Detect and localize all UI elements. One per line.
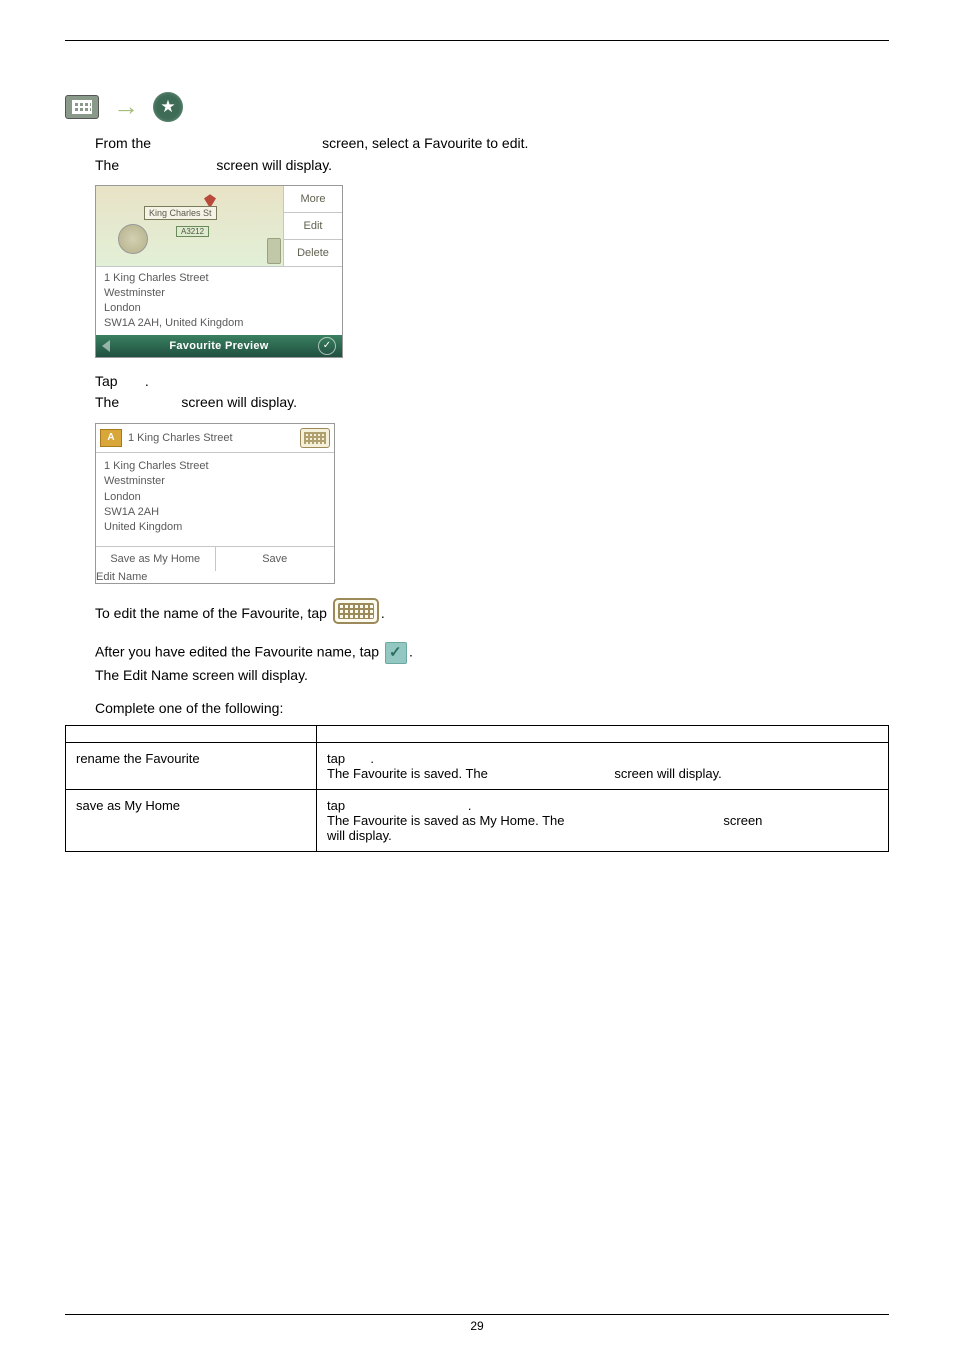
step1-line2: The screen will display. [65, 156, 889, 176]
save-button[interactable]: Save [216, 547, 335, 571]
save-as-home-button[interactable]: Save as My Home [96, 547, 216, 571]
back-icon[interactable] [102, 340, 110, 352]
edit-name-mock: A 1 King Charles Street 1 King Charles S… [95, 423, 335, 584]
address-line: SW1A 2AH, United Kingdom [104, 316, 334, 331]
keyboard-icon[interactable] [300, 428, 330, 448]
step2-line2: The screen will display. [65, 393, 889, 413]
step1-line1: From the screen, select a Favourite to e… [65, 134, 889, 154]
arrow-right-icon: → [113, 91, 139, 122]
favourite-preview-mock: King Charles St A3212 More Edit Delete 1… [95, 185, 343, 357]
address-line: London [104, 301, 334, 316]
screen-title: Edit Name [96, 571, 334, 583]
menu-grid-icon [65, 95, 99, 119]
action-name: rename the Favourite [66, 742, 317, 789]
keyboard-icon [333, 598, 379, 624]
action-name: save as My Home [66, 789, 317, 851]
address-line: Westminster [104, 286, 334, 301]
step5: Complete one of the following: [65, 699, 889, 719]
confirm-icon[interactable]: ✓ [318, 337, 336, 355]
instruction-table: rename the Favourite tap . The Favourite… [65, 725, 889, 852]
edit-button[interactable]: Edit [284, 213, 342, 240]
address-line: United Kingdom [104, 520, 326, 535]
screen-title: Favourite Preview [120, 340, 318, 352]
delete-button[interactable]: Delete [284, 240, 342, 266]
action-desc: tap . The Favourite is saved as My Home.… [317, 789, 889, 851]
table-row: save as My Home tap . The Favourite is s… [66, 789, 889, 851]
table-header [66, 725, 317, 742]
compass-icon [118, 224, 148, 254]
zoom-control-icon [267, 238, 281, 264]
map-street-label: King Charles St [144, 206, 217, 220]
address-line: 1 King Charles Street [104, 271, 334, 286]
map-route-code: A3212 [176, 226, 209, 237]
address-line: SW1A 2AH [104, 505, 326, 520]
flag-icon: A [100, 429, 122, 447]
address-line: 1 King Charles Street [104, 459, 326, 474]
step4-line1: After you have edited the Favourite name… [65, 642, 889, 664]
step2-line1: Tap . [65, 372, 889, 392]
title-field: 1 King Charles Street [128, 432, 294, 444]
step4-line2: The Edit Name screen will display. [65, 666, 889, 686]
action-desc: tap . The Favourite is saved. The screen… [317, 742, 889, 789]
breadcrumb-icons: → ★ [65, 91, 889, 122]
favourites-star-icon: ★ [153, 92, 183, 122]
more-button[interactable]: More [284, 186, 342, 213]
table-row: rename the Favourite tap . The Favourite… [66, 742, 889, 789]
map-thumbnail: King Charles St A3212 [96, 186, 284, 266]
step3: To edit the name of the Favourite, tap . [65, 598, 889, 624]
address-line: Westminster [104, 474, 326, 489]
page-number: 29 [470, 1319, 483, 1333]
address-line: London [104, 490, 326, 505]
check-icon [385, 642, 407, 664]
table-header [317, 725, 889, 742]
